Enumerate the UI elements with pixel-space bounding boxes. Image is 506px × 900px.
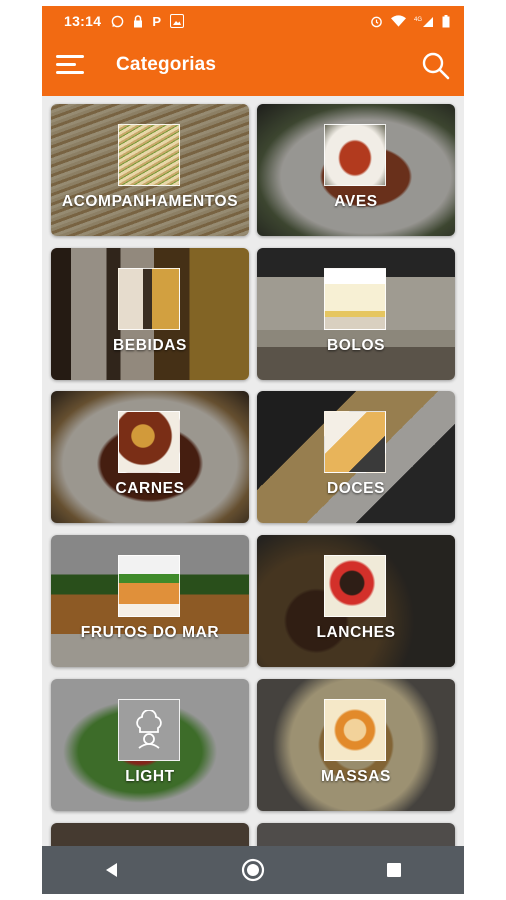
category-card-acompanhamentos[interactable]: ACOMPANHAMENTOS <box>51 104 249 236</box>
category-card-frutos-do-mar[interactable]: FRUTOS DO MAR <box>51 535 249 667</box>
category-label: ACOMPANHAMENTOS <box>61 193 239 210</box>
category-label: CARNES <box>115 480 185 497</box>
menu-button[interactable] <box>56 52 86 78</box>
home-icon <box>241 858 265 882</box>
category-card-bolos[interactable]: BOLOS <box>257 248 455 380</box>
recents-icon <box>386 863 401 877</box>
status-time: 13:14 <box>64 13 102 29</box>
category-thumbnail <box>324 699 386 761</box>
category-card-aves[interactable]: AVES <box>257 104 455 236</box>
category-card-light[interactable]: LIGHT <box>51 679 249 811</box>
chef-hat-icon <box>118 699 180 761</box>
category-label: LIGHT <box>125 768 175 785</box>
search-icon <box>422 52 450 80</box>
category-thumbnail <box>118 124 180 186</box>
battery-icon <box>442 14 450 28</box>
category-label: MASSAS <box>321 768 391 785</box>
category-thumbnail <box>118 268 180 330</box>
category-label: FRUTOS DO MAR <box>80 624 220 641</box>
status-bar: 13:14 P 4G <box>42 6 464 36</box>
category-label: DOCES <box>326 480 386 497</box>
home-button[interactable] <box>233 850 273 890</box>
category-label: BEBIDAS <box>113 337 187 354</box>
signal-icon: 4G <box>414 15 434 27</box>
category-label: AVES <box>334 193 378 210</box>
p-icon: P <box>152 13 161 29</box>
search-button[interactable] <box>420 50 452 82</box>
category-label: LANCHES <box>316 624 396 641</box>
category-label: BOLOS <box>326 337 386 354</box>
category-thumbnail <box>324 268 386 330</box>
back-icon <box>106 863 118 877</box>
recents-button[interactable] <box>374 850 414 890</box>
category-card-lanches[interactable]: LANCHES <box>257 535 455 667</box>
category-card-doces[interactable]: DOCES <box>257 391 455 523</box>
system-nav-bar <box>42 846 464 894</box>
signal-label: 4G <box>414 17 422 23</box>
category-thumbnail <box>324 124 386 186</box>
whatsapp-icon <box>111 15 124 28</box>
category-thumbnail <box>324 411 386 473</box>
app-bar: Categorias <box>42 36 464 96</box>
lock-icon <box>133 14 143 28</box>
category-thumbnail <box>118 411 180 473</box>
back-button[interactable] <box>92 850 132 890</box>
page-title: Categorias <box>116 54 217 75</box>
category-thumbnail <box>118 555 180 617</box>
image-icon <box>169 14 184 28</box>
category-thumbnail <box>324 555 386 617</box>
wifi-icon <box>391 15 406 27</box>
alarm-icon <box>370 15 383 28</box>
phone-screen: 13:14 P 4G Categorias ACOMPANHAMENTOS AV… <box>42 6 464 894</box>
menu-icon <box>56 55 84 58</box>
category-card-carnes[interactable]: CARNES <box>51 391 249 523</box>
category-card-bebidas[interactable]: BEBIDAS <box>51 248 249 380</box>
category-card-massas[interactable]: MASSAS <box>257 679 455 811</box>
